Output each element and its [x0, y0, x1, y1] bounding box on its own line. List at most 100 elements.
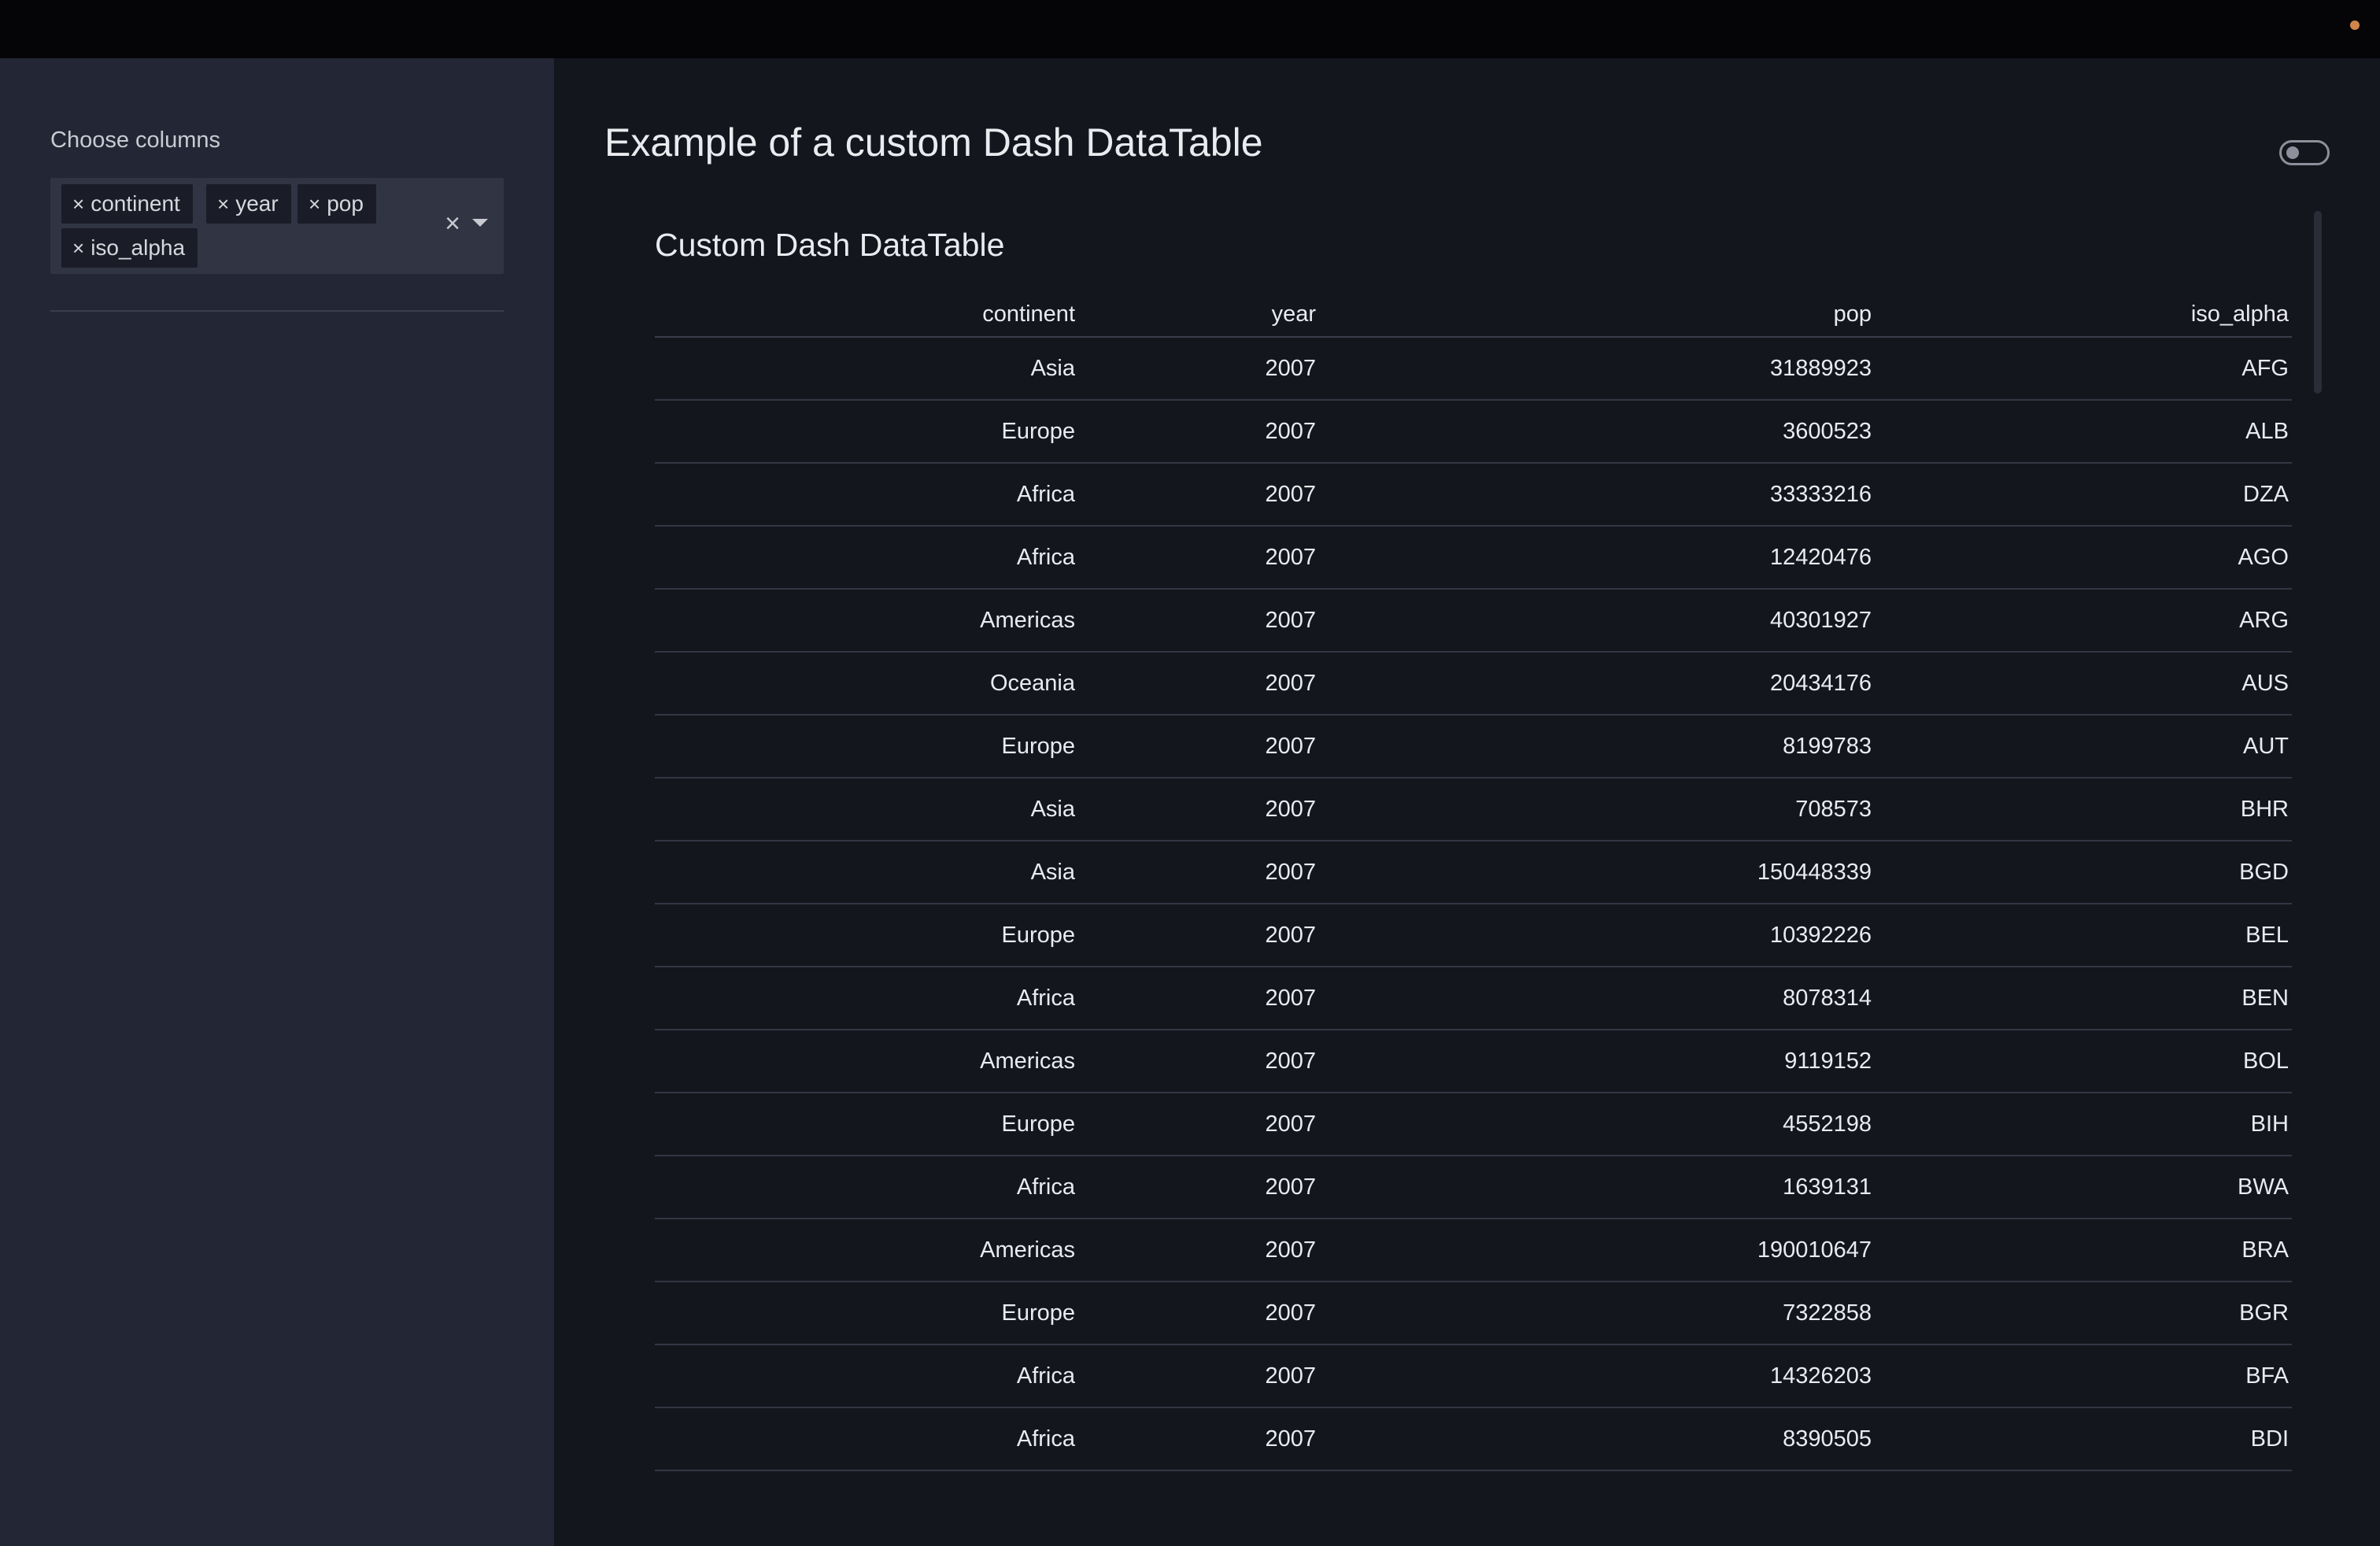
table-row: Asia 2007 150448339 BGD	[655, 841, 2292, 904]
cell-continent[interactable]: Europe	[655, 904, 1078, 967]
cell-iso-alpha[interactable]: BRA	[1875, 1219, 2292, 1282]
cell-year[interactable]: 2007	[1078, 1219, 1319, 1282]
chip-remove-icon[interactable]: ×	[72, 192, 84, 216]
cell-iso-alpha[interactable]: DZA	[1875, 463, 2292, 527]
cell-continent[interactable]: Americas	[655, 589, 1078, 653]
cell-year[interactable]: 2007	[1078, 526, 1319, 590]
cell-iso-alpha[interactable]: BGR	[1875, 1282, 2292, 1345]
cell-continent[interactable]: Africa	[655, 1407, 1078, 1471]
cell-iso-alpha[interactable]: AFG	[1875, 337, 2292, 401]
cell-continent[interactable]: Asia	[655, 337, 1078, 401]
cell-pop[interactable]: 20434176	[1319, 652, 1875, 716]
cell-iso-alpha[interactable]: BGD	[1875, 841, 2292, 904]
cell-pop[interactable]: 190010647	[1319, 1219, 1875, 1282]
cell-pop[interactable]: 10392226	[1319, 904, 1875, 967]
cell-continent[interactable]: Americas	[655, 1219, 1078, 1282]
sidebar-divider	[50, 310, 504, 312]
cell-iso-alpha[interactable]: BOL	[1875, 1030, 2292, 1093]
chip-year[interactable]: × year	[206, 184, 291, 224]
cell-iso-alpha[interactable]: AUT	[1875, 715, 2292, 779]
cell-pop[interactable]: 7322858	[1319, 1282, 1875, 1345]
cell-pop[interactable]: 14326203	[1319, 1344, 1875, 1408]
chip-label: iso_alpha	[91, 235, 186, 260]
table-row: Africa 2007 12420476 AGO	[655, 526, 2292, 590]
header-continent[interactable]: continent	[655, 293, 1078, 338]
table-row: Africa 2007 33333216 DZA	[655, 463, 2292, 527]
header-year[interactable]: year	[1078, 293, 1319, 338]
data-table-container: continent year pop iso_alpha Asia 2007 318…	[655, 293, 2292, 1496]
cell-pop[interactable]: 8390505	[1319, 1407, 1875, 1471]
cell-year[interactable]: 2007	[1078, 715, 1319, 779]
theme-toggle[interactable]	[2279, 140, 2330, 165]
cell-year[interactable]: 2007	[1078, 337, 1319, 401]
cell-iso-alpha[interactable]: BFA	[1875, 1344, 2292, 1408]
cell-pop[interactable]: 8199783	[1319, 715, 1875, 779]
cell-pop[interactable]: 9119152	[1319, 1030, 1875, 1093]
chip-pop[interactable]: × pop	[298, 184, 376, 224]
cell-year[interactable]: 2007	[1078, 1156, 1319, 1219]
cell-iso-alpha[interactable]: BHR	[1875, 778, 2292, 841]
cell-continent[interactable]: Africa	[655, 967, 1078, 1030]
columns-multiselect[interactable]: × continent × year × pop × iso_alpha ×	[50, 178, 504, 274]
cell-pop[interactable]: 4552198	[1319, 1093, 1875, 1156]
cell-year[interactable]: 2007	[1078, 652, 1319, 716]
cell-continent[interactable]: Asia	[655, 778, 1078, 841]
cell-year[interactable]: 2007	[1078, 904, 1319, 967]
cell-iso-alpha[interactable]: ALB	[1875, 400, 2292, 464]
cell-year[interactable]: 2007	[1078, 463, 1319, 527]
cell-iso-alpha[interactable]: AUS	[1875, 652, 2292, 716]
cell-pop[interactable]: 33333216	[1319, 463, 1875, 527]
cell-iso-alpha[interactable]: BEL	[1875, 904, 2292, 967]
cell-continent[interactable]: Africa	[655, 1344, 1078, 1408]
cell-continent[interactable]: Europe	[655, 1282, 1078, 1345]
chip-continent[interactable]: × continent	[61, 184, 193, 224]
cell-continent[interactable]: Oceania	[655, 652, 1078, 716]
cell-pop[interactable]: 40301927	[1319, 589, 1875, 653]
cell-pop[interactable]: 3600523	[1319, 400, 1875, 464]
cell-year[interactable]: 2007	[1078, 1282, 1319, 1345]
cell-year[interactable]: 2007	[1078, 778, 1319, 841]
cell-iso-alpha[interactable]: BWA	[1875, 1156, 2292, 1219]
cell-iso-alpha[interactable]: BEN	[1875, 967, 2292, 1030]
cell-year[interactable]: 2007	[1078, 841, 1319, 904]
chevron-down-icon[interactable]	[472, 219, 488, 227]
cell-year[interactable]: 2007	[1078, 1407, 1319, 1471]
cell-continent[interactable]: Asia	[655, 841, 1078, 904]
table-row: Europe 2007 3600523 ALB	[655, 400, 2292, 464]
cell-iso-alpha[interactable]: ARG	[1875, 589, 2292, 653]
cell-continent[interactable]: Americas	[655, 1030, 1078, 1093]
cell-year[interactable]: 2007	[1078, 589, 1319, 653]
chip-remove-icon[interactable]: ×	[72, 236, 84, 260]
cell-pop[interactable]: 8078314	[1319, 967, 1875, 1030]
chip-remove-icon[interactable]: ×	[217, 192, 229, 216]
cell-year[interactable]: 2007	[1078, 400, 1319, 464]
table-row: Oceania 2007 20434176 AUS	[655, 652, 2292, 716]
header-pop[interactable]: pop	[1319, 293, 1875, 338]
table-row: Africa 2007 8390505 BDI	[655, 1407, 2292, 1471]
cell-iso-alpha[interactable]: BDI	[1875, 1407, 2292, 1471]
chip-remove-icon[interactable]: ×	[309, 192, 320, 216]
cell-year[interactable]: 2007	[1078, 1344, 1319, 1408]
cell-pop[interactable]: 708573	[1319, 778, 1875, 841]
cell-pop[interactable]: 12420476	[1319, 526, 1875, 590]
cell-pop[interactable]: 31889923	[1319, 337, 1875, 401]
cell-continent[interactable]: Europe	[655, 715, 1078, 779]
cell-year[interactable]: 2007	[1078, 967, 1319, 1030]
scrollbar[interactable]	[2314, 211, 2322, 394]
cell-pop[interactable]: 1639131	[1319, 1156, 1875, 1219]
cell-pop[interactable]: 150448339	[1319, 841, 1875, 904]
cell-continent[interactable]: Africa	[655, 463, 1078, 527]
cell-iso-alpha[interactable]: BIH	[1875, 1093, 2292, 1156]
chip-label: year	[235, 191, 279, 216]
clear-all-icon[interactable]: ×	[441, 208, 464, 239]
cell-year[interactable]: 2007	[1078, 1093, 1319, 1156]
header-iso-alpha[interactable]: iso_alpha	[1875, 293, 2292, 338]
cell-year[interactable]: 2007	[1078, 1030, 1319, 1093]
cell-continent[interactable]: Africa	[655, 1156, 1078, 1219]
cell-iso-alpha[interactable]: AGO	[1875, 526, 2292, 590]
cell-continent[interactable]: Europe	[655, 400, 1078, 464]
sidebar: Choose columns × continent × year × pop × is…	[0, 58, 554, 1546]
chip-iso-alpha[interactable]: × iso_alpha	[61, 228, 198, 268]
cell-continent[interactable]: Africa	[655, 526, 1078, 590]
cell-continent[interactable]: Europe	[655, 1093, 1078, 1156]
